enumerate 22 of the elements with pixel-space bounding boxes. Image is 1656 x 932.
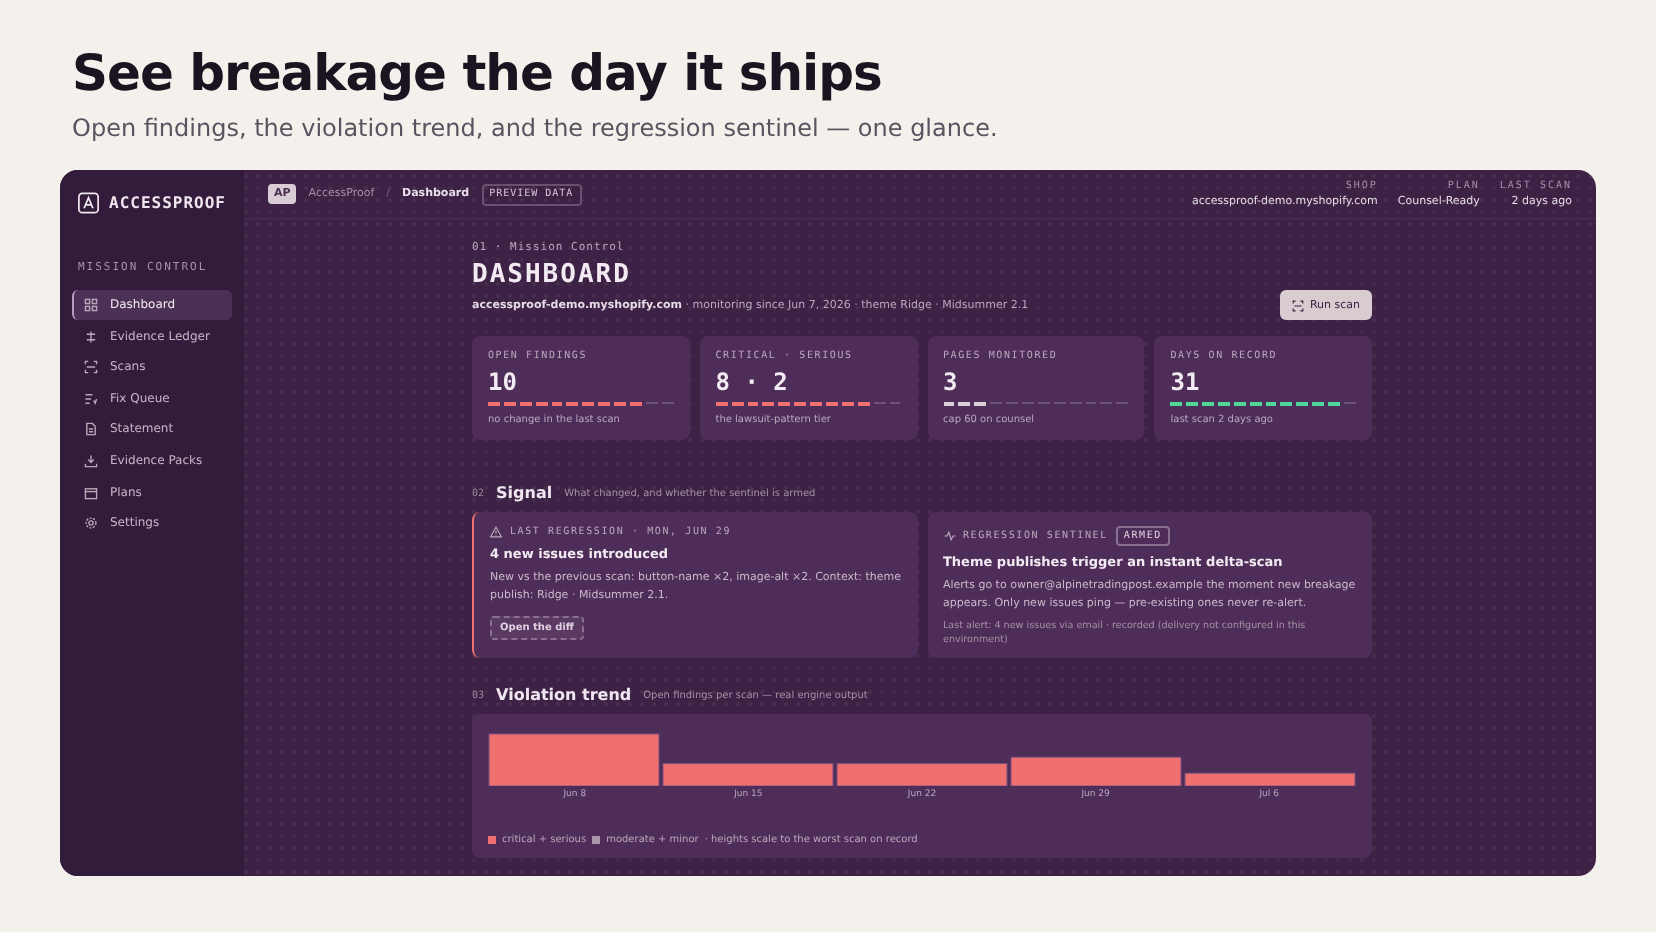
scan-icon <box>84 360 98 375</box>
section-title: Violation trend <box>496 686 632 704</box>
stat-value: 31 <box>1170 368 1202 396</box>
list-icon <box>84 391 98 406</box>
subheadline: Open findings, the violation trend, and the regression sentinel — one glance. <box>72 114 1000 142</box>
section-title: Signal <box>496 484 553 502</box>
grid-icon <box>84 298 98 312</box>
logo-icon <box>78 191 100 213</box>
warning-icon <box>490 526 502 538</box>
document-icon <box>84 422 98 437</box>
scan-icon <box>1291 299 1304 311</box>
stat-value: 8 · 2 <box>715 368 790 396</box>
stat-value: 10 <box>488 368 519 396</box>
calendar-icon <box>84 485 98 500</box>
download-icon <box>84 453 98 468</box>
settings-icon <box>84 516 98 531</box>
ledger-icon <box>84 329 98 344</box>
headline: See breakage the day it ships <box>72 44 884 102</box>
stat-value: 3 <box>943 368 960 396</box>
page-title: DASHBOARD <box>472 260 633 290</box>
pulse-icon <box>943 530 955 542</box>
brand-name: ACCESSPROOF <box>109 193 226 211</box>
